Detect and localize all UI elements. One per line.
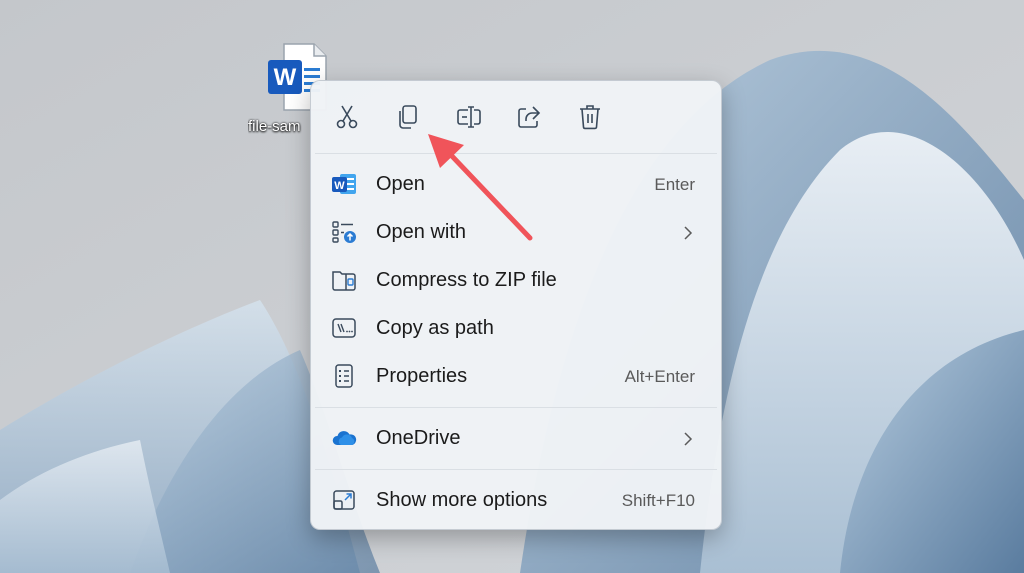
delete-button[interactable] <box>572 99 608 135</box>
properties-icon <box>335 364 353 388</box>
word-icon: W <box>332 174 356 194</box>
cut-button[interactable] <box>329 99 365 135</box>
shortcut-text: Shift+F10 <box>621 491 695 510</box>
menu-item-label: Copy as path <box>376 317 494 339</box>
svg-text:W: W <box>334 180 345 192</box>
scissors-icon <box>336 105 358 129</box>
menu-item-label: Properties <box>376 365 468 387</box>
more-options-icon <box>333 490 355 510</box>
copy-icon <box>399 105 417 129</box>
menu-item-copy-as-path[interactable]: Copy as path <box>311 305 721 351</box>
menu-separator <box>315 407 717 408</box>
menu-item-label: Show more options <box>376 489 548 511</box>
rename-button[interactable] <box>451 99 487 135</box>
chevron-right-icon <box>684 226 693 240</box>
chevron-right-icon <box>684 432 693 446</box>
onedrive-cloud-icon <box>332 431 357 445</box>
path-icon <box>332 318 356 338</box>
svg-text:W: W <box>274 64 297 91</box>
menu-item-compress-zip[interactable]: Compress to ZIP file <box>311 257 721 303</box>
menu-item-label: OneDrive <box>376 427 461 449</box>
trash-icon <box>580 105 600 130</box>
zip-folder-icon <box>332 271 356 291</box>
rename-icon <box>457 106 481 128</box>
share-button[interactable] <box>511 99 547 135</box>
menu-separator <box>315 469 717 470</box>
menu-item-onedrive[interactable]: OneDrive <box>311 415 721 461</box>
menu-item-properties[interactable]: Properties Alt+Enter <box>311 353 721 399</box>
menu-item-label: Compress to ZIP file <box>376 269 557 291</box>
shortcut-text: Alt+Enter <box>624 367 695 386</box>
share-icon <box>518 106 541 128</box>
copy-button[interactable] <box>390 99 426 135</box>
menu-item-show-more-options[interactable]: Show more options Shift+F10 <box>311 477 721 523</box>
open-with-icon <box>332 221 356 243</box>
menu-item-label: Open <box>376 173 425 195</box>
shortcut-text: Enter <box>654 175 695 194</box>
annotation-arrow <box>428 134 533 241</box>
